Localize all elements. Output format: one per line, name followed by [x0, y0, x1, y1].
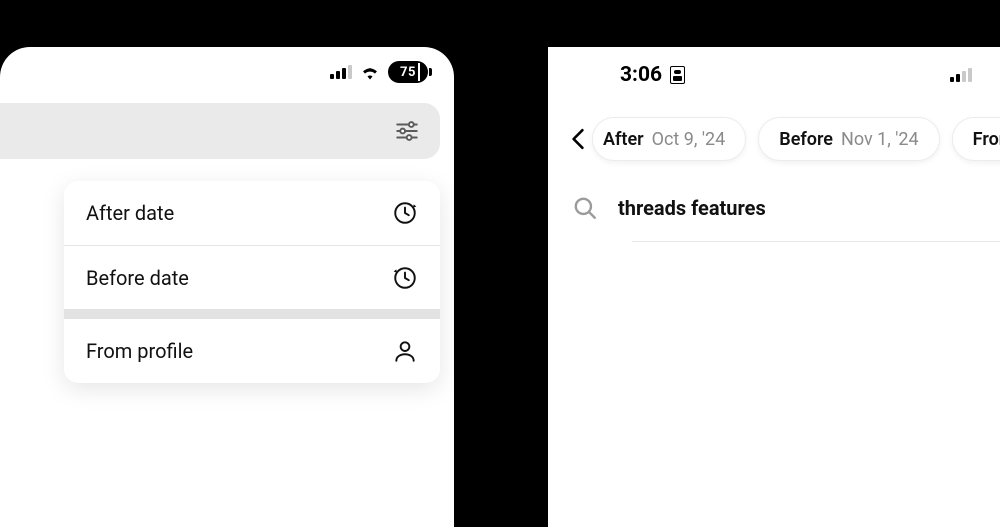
chip-key: After: [603, 129, 644, 150]
filter-chip-after[interactable]: After Oct 9, '24: [592, 117, 746, 161]
search-bar[interactable]: [0, 103, 440, 159]
clock-forward-icon: [392, 200, 418, 226]
chip-value: Oct 9, '24: [652, 129, 726, 150]
filter-chip-from[interactable]: From: [952, 117, 1000, 161]
divider: [632, 241, 1000, 242]
filter-option-label: After date: [86, 201, 174, 225]
cell-signal-icon: [950, 68, 972, 82]
chip-key: Before: [779, 129, 833, 150]
wifi-icon: [360, 64, 380, 80]
filter-option-label: Before date: [86, 266, 189, 290]
status-bar: 3:06: [548, 47, 1000, 103]
back-button[interactable]: [566, 128, 590, 150]
phone-screenshot-left: 75 After date Before date: [0, 47, 454, 527]
chip-value: Nov 1, '24: [841, 129, 919, 150]
filter-chip-before[interactable]: Before Nov 1, '24: [758, 117, 939, 161]
phone-screenshot-right: 3:06 After Oct 9, '24 Before Nov 1, '24 …: [548, 47, 1000, 527]
dropdown-separator: [64, 309, 440, 319]
id-card-icon: [670, 66, 685, 84]
battery-indicator: 75: [388, 61, 428, 83]
filter-sliders-icon[interactable]: [394, 118, 420, 144]
clock-back-icon: [392, 265, 418, 291]
search-query-text: threads features: [618, 196, 766, 220]
filter-option-after-date[interactable]: After date: [64, 181, 440, 245]
filter-option-before-date[interactable]: Before date: [64, 245, 440, 309]
clock-time: 3:06: [620, 63, 685, 87]
cell-signal-icon: [330, 65, 352, 79]
person-icon: [392, 338, 418, 364]
filter-chip-row: After Oct 9, '24 Before Nov 1, '24 From: [548, 103, 1000, 175]
search-icon: [572, 195, 598, 221]
filter-option-label: From profile: [86, 339, 193, 363]
search-result-row[interactable]: threads features: [548, 175, 1000, 233]
filter-option-from-profile[interactable]: From profile: [64, 319, 440, 383]
chip-key: From: [973, 129, 1000, 150]
battery-percent: 75: [400, 65, 416, 80]
status-bar: 75: [0, 47, 454, 97]
filter-dropdown: After date Before date From profile: [64, 181, 440, 383]
